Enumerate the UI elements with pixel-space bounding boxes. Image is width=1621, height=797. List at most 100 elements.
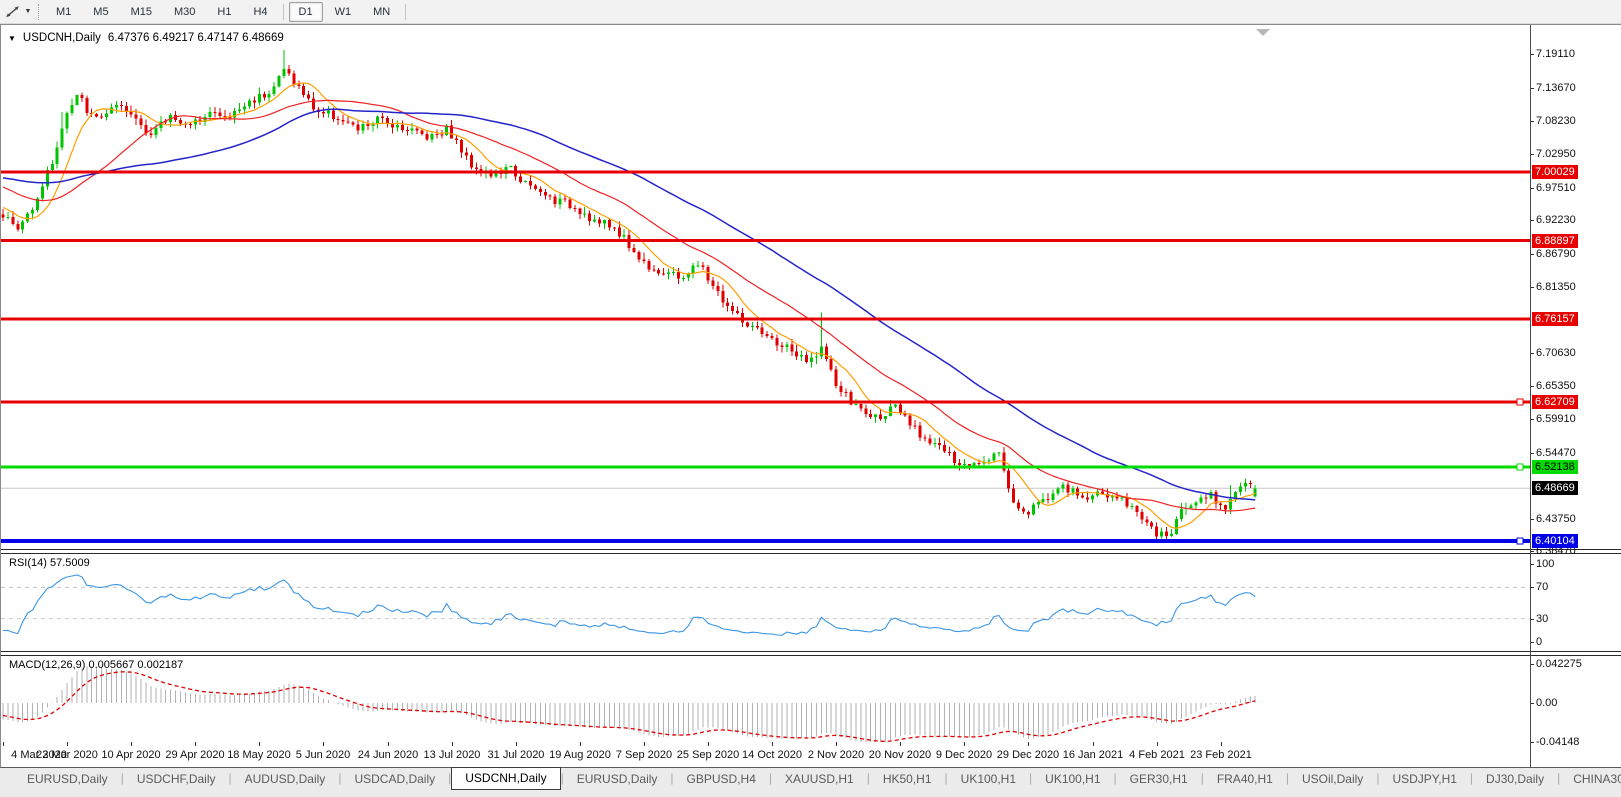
price-grid-label: 7.13670 xyxy=(1536,82,1576,95)
rsi-axis-label: 0 xyxy=(1536,636,1542,649)
time-axis-tick xyxy=(836,742,837,746)
time-axis-tick xyxy=(580,742,581,746)
time-axis-tick xyxy=(708,742,709,746)
chart-tab-usdjpy-h1[interactable]: USDJPY,H1 xyxy=(1379,769,1469,789)
chart-tab-uk100-h1[interactable]: UK100,H1 xyxy=(948,769,1029,789)
chart-shift-marker-icon[interactable] xyxy=(1256,29,1270,36)
axis-tick xyxy=(1530,587,1534,588)
price-axis-divider xyxy=(1530,25,1531,768)
rsi-indicator-label: RSI(14) 57.5009 xyxy=(9,557,90,569)
price-grid-label: 6.70630 xyxy=(1536,347,1576,360)
chart-tab-dj30-daily[interactable]: DJ30,Daily xyxy=(1473,769,1557,789)
axis-tick xyxy=(1530,703,1534,704)
macd-indicator-label: MACD(12,26,9) 0.005667 0.002187 xyxy=(9,659,183,671)
hline-price-label: 6.52138 xyxy=(1532,460,1578,474)
chart-tab-ger30-h1[interactable]: GER30,H1 xyxy=(1117,769,1201,789)
axis-tick xyxy=(1530,519,1534,520)
chart-tab-usdcad-daily[interactable]: USDCAD,Daily xyxy=(341,769,448,789)
timeframe-button-h1[interactable]: H1 xyxy=(207,2,241,22)
rsi-axis-label: 70 xyxy=(1536,581,1548,594)
axis-tick xyxy=(1530,664,1534,665)
macd-axis-label: -0.04148 xyxy=(1536,736,1579,749)
chart-tab-usdcnh-daily[interactable]: USDCNH,Daily xyxy=(451,767,560,790)
time-axis-tick xyxy=(1221,742,1222,746)
timeframe-button-m30[interactable]: M30 xyxy=(164,2,205,22)
timeframe-button-m5[interactable]: M5 xyxy=(83,2,118,22)
axis-tick xyxy=(1530,353,1534,354)
time-axis-tick xyxy=(195,742,196,746)
time-axis-tick xyxy=(452,742,453,746)
hline-price-label: 7.00029 xyxy=(1532,165,1578,179)
time-axis-tick xyxy=(1157,742,1158,746)
timeframe-button-m1[interactable]: M1 xyxy=(46,2,81,22)
macd-pane[interactable] xyxy=(1,656,1530,742)
cursor-tool-dropdown-icon[interactable]: ▼ xyxy=(22,8,34,15)
timeframe-button-m15[interactable]: M15 xyxy=(121,2,162,22)
time-axis-tick xyxy=(131,742,132,746)
chart-tab-xauusd-h1[interactable]: XAUUSD,H1 xyxy=(772,769,867,789)
timeframe-button-w1[interactable]: W1 xyxy=(325,2,362,22)
time-axis-tick xyxy=(388,742,389,746)
axis-tick xyxy=(1530,154,1534,155)
pane-splitter[interactable] xyxy=(1,549,1621,554)
time-axis-tick xyxy=(516,742,517,746)
time-axis-tick xyxy=(67,742,68,746)
chart-tab-eurusd-daily[interactable]: EURUSD,Daily xyxy=(14,769,121,789)
chart-tab-hk50-h1[interactable]: HK50,H1 xyxy=(870,769,945,789)
time-axis-tick xyxy=(1093,742,1094,746)
cursor-tool-icon[interactable] xyxy=(2,2,22,22)
time-axis-tick xyxy=(964,742,965,746)
time-axis-tick xyxy=(772,742,773,746)
axis-tick xyxy=(1530,453,1534,454)
price-grid-label: 7.08230 xyxy=(1536,115,1576,128)
chart-tab-gbpusd-h4[interactable]: GBPUSD,H4 xyxy=(674,769,769,789)
price-grid-label: 6.92230 xyxy=(1536,214,1576,227)
price-grid-label: 7.02950 xyxy=(1536,148,1576,161)
timeframe-button-d1[interactable]: D1 xyxy=(289,2,323,22)
rsi-pane[interactable] xyxy=(1,554,1530,651)
chart-tab-fra40-h1[interactable]: FRA40,H1 xyxy=(1204,769,1286,789)
chart-tab-eurusd-daily[interactable]: EURUSD,Daily xyxy=(564,769,671,789)
time-axis-tick xyxy=(3,742,4,746)
axis-tick xyxy=(1530,642,1534,643)
timeframe-buttons: M1M5M15M30H1H4 D1W1MN xyxy=(45,0,410,24)
price-grid-label: 6.86790 xyxy=(1536,248,1576,261)
timeframe-button-mn[interactable]: MN xyxy=(363,2,400,22)
axis-tick xyxy=(1530,742,1534,743)
price-grid-label: 6.65350 xyxy=(1536,380,1576,393)
main-chart-pane[interactable] xyxy=(1,26,1530,549)
axis-tick xyxy=(1530,54,1534,55)
price-grid-label: 7.19110 xyxy=(1536,48,1575,61)
chart-tab-usoil-daily[interactable]: USOil,Daily xyxy=(1289,769,1376,789)
price-grid-label: 6.43750 xyxy=(1536,513,1576,526)
hline-price-label: 6.62709 xyxy=(1532,395,1578,409)
pane-splitter[interactable] xyxy=(1,651,1621,656)
axis-tick xyxy=(1530,386,1534,387)
toolbar: ▼ M1M5M15M30H1H4 D1W1MN xyxy=(0,0,1621,24)
chart-tab-uk100-h1[interactable]: UK100,H1 xyxy=(1032,769,1113,789)
toolbar-grip[interactable] xyxy=(38,4,39,20)
price-grid-label: 6.59910 xyxy=(1536,413,1576,426)
hline-price-label: 6.88897 xyxy=(1532,234,1578,248)
mt4-window: ▼ M1M5M15M30H1H4 D1W1MN ▼ USDCNH,Daily 6.… xyxy=(0,0,1621,797)
axis-tick xyxy=(1530,419,1534,420)
rsi-axis-label: 30 xyxy=(1536,613,1548,626)
hline-price-label: 6.76157 xyxy=(1532,312,1578,326)
axis-tick xyxy=(1530,287,1534,288)
time-axis-tick xyxy=(259,742,260,746)
timeframe-button-h4[interactable]: H4 xyxy=(243,2,277,22)
chart-tab-usdchf-daily[interactable]: USDCHF,Daily xyxy=(124,769,229,789)
axis-tick xyxy=(1530,220,1534,221)
rsi-axis-label: 100 xyxy=(1536,558,1554,571)
price-grid-label: 6.97510 xyxy=(1536,182,1576,195)
chart-tab-audusd-daily[interactable]: AUDUSD,Daily xyxy=(232,769,339,789)
time-axis: 4 Mar 202023 Mar 202010 Apr 202029 Apr 2… xyxy=(1,742,1530,768)
toolbar-separator xyxy=(405,4,406,20)
chart-title-ohlc: 6.47376 6.49217 6.47147 6.48669 xyxy=(108,32,284,44)
symbol-dropdown-icon[interactable]: ▼ xyxy=(8,34,16,43)
axis-tick xyxy=(1530,88,1534,89)
current-price-label: 6.48669 xyxy=(1532,481,1578,495)
time-axis-tick xyxy=(323,742,324,746)
chart-tab-china300-h1[interactable]: CHINA300,H1 xyxy=(1560,769,1621,789)
price-grid-label: 6.54470 xyxy=(1536,447,1576,460)
